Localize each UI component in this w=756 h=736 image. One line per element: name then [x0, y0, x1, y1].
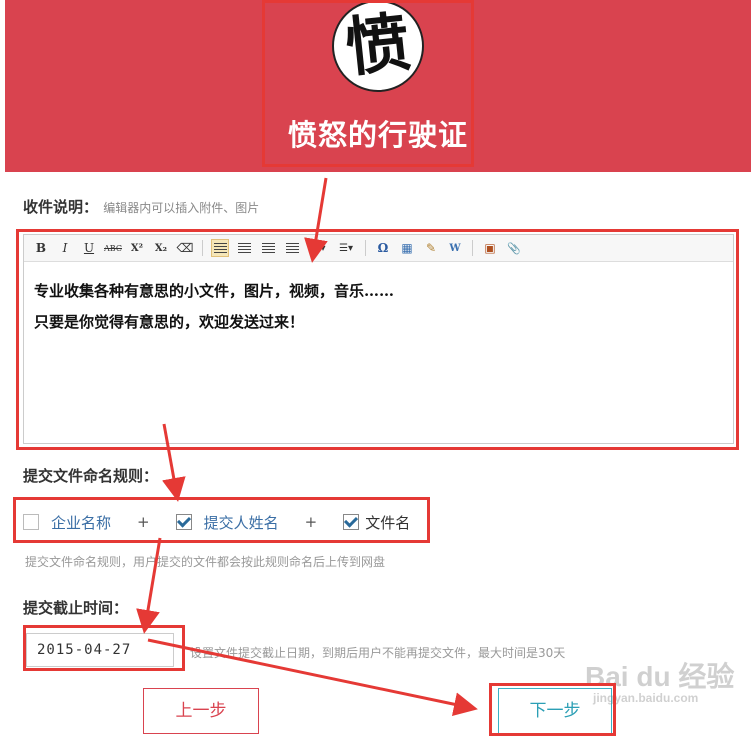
arrow-naming-to-date — [136, 537, 162, 634]
option-filename-label[interactable]: 文件名 — [365, 512, 410, 533]
collection-hint: 编辑器内可以插入附件、图片 — [103, 201, 260, 215]
italic-icon[interactable]: I — [56, 239, 74, 257]
image-icon[interactable]: ▣ — [481, 239, 499, 257]
justify-icon[interactable] — [283, 239, 301, 257]
editor-content[interactable]: 专业收集各种有意思的小文件，图片，视频，音乐…… 只要是你觉得有意思的，欢迎发送… — [24, 262, 733, 352]
collection-label-text: 收件说明： — [23, 198, 99, 216]
toolbar-divider — [472, 240, 473, 256]
deadline-hint: 设置文件提交截止日期，到期后用户不能再提交文件，最大时间是30天 — [190, 646, 566, 660]
align-center-icon[interactable] — [235, 239, 253, 257]
align-right-icon[interactable] — [259, 239, 277, 257]
baidu-watermark: Bai du 经验 jingyan.baidu.com — [585, 655, 755, 715]
subscript-icon[interactable]: X₂ — [152, 239, 170, 257]
option-submitter-label[interactable]: 提交人姓名 — [204, 512, 279, 533]
table-icon[interactable]: ▦ — [398, 239, 416, 257]
checkbox-filename[interactable] — [343, 514, 360, 530]
unordered-list-icon[interactable]: ☰▾ — [335, 239, 357, 257]
ordered-list-icon[interactable]: ⋮▾ — [307, 239, 329, 257]
editor-line: 专业收集各种有意思的小文件，图片，视频，音乐…… — [34, 282, 395, 300]
rich-text-editor[interactable]: B I U ABC X² X₂ ⌫ ⋮▾ ☰▾ Ω ▦ ✎ W ▣ 📎 专业收集… — [23, 234, 734, 444]
align-right-lines — [261, 242, 275, 254]
align-left-icon[interactable] — [211, 239, 229, 257]
word-icon[interactable]: W — [446, 239, 464, 257]
checkbox-company[interactable] — [23, 514, 39, 530]
paint-icon[interactable]: ✎ — [422, 239, 440, 257]
attachment-icon[interactable]: 📎 — [505, 239, 523, 257]
naming-label: 提交文件命名规则： — [23, 467, 159, 485]
naming-hint: 提交文件命名规则，用户提交的文件都会按此规则命名后上传到网盘 — [25, 555, 386, 569]
naming-options: 企业名称 + 提交人姓名 + 文件名 — [23, 506, 410, 538]
deadline-date-input[interactable]: 2015-04-27 — [26, 633, 174, 667]
logo-avatar: 愤 — [332, 0, 424, 92]
superscript-icon[interactable]: X² — [128, 239, 146, 257]
watermark-main: Bai du 经验 — [585, 661, 735, 692]
align-left-lines — [213, 242, 227, 254]
plus-sign: + — [304, 513, 318, 531]
deadline-label: 提交截止时间： — [23, 599, 129, 617]
collection-label: 收件说明： 编辑器内可以插入附件、图片 — [23, 196, 259, 217]
omega-icon[interactable]: Ω — [374, 239, 392, 257]
page-title: 愤怒的行驶证 — [287, 118, 468, 152]
eraser-icon[interactable]: ⌫ — [176, 239, 194, 257]
bold-icon[interactable]: B — [32, 239, 50, 257]
toolbar-divider — [365, 240, 366, 256]
logo-char: 愤 — [342, 4, 414, 87]
align-center-lines — [237, 242, 251, 254]
checkbox-submitter[interactable] — [175, 514, 192, 530]
editor-line: 只要是你觉得有意思的，欢迎发送过来！ — [34, 313, 305, 331]
toolbar-divider — [202, 240, 203, 256]
strikethrough-icon[interactable]: ABC — [104, 239, 122, 257]
editor-toolbar: B I U ABC X² X₂ ⌫ ⋮▾ ☰▾ Ω ▦ ✎ W ▣ 📎 — [24, 235, 733, 262]
plus-sign: + — [137, 513, 150, 531]
prev-step-button[interactable]: 上一步 — [143, 688, 259, 734]
underline-icon[interactable]: U — [80, 239, 98, 257]
option-company-label[interactable]: 企业名称 — [51, 512, 111, 533]
justify-lines — [285, 242, 299, 254]
